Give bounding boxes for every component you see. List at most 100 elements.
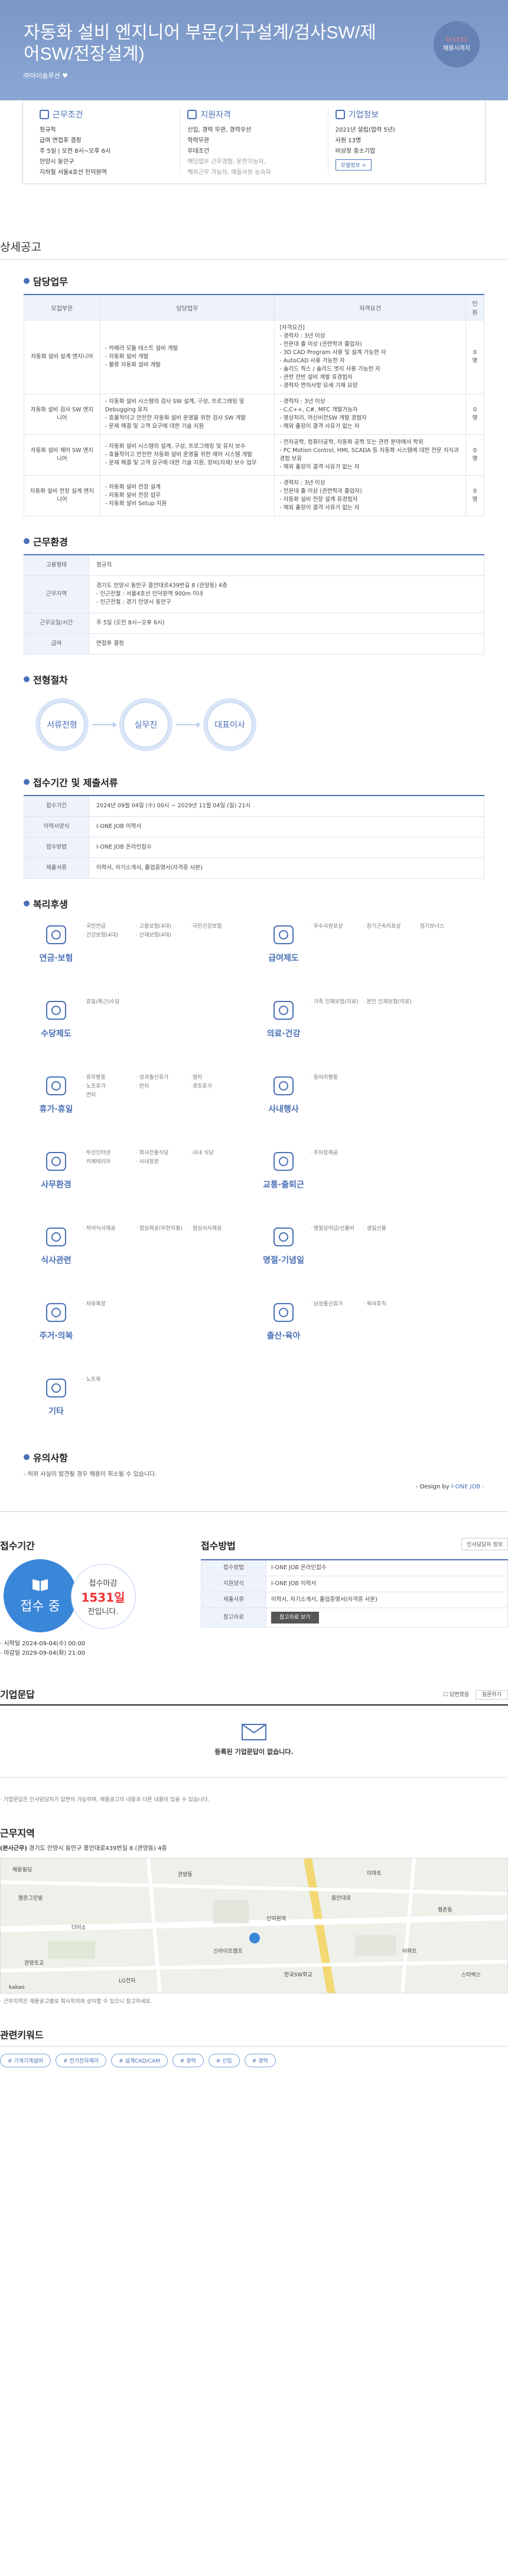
- event-icon: [273, 1076, 294, 1095]
- welfare-benefit: 육아휴직: [363, 1300, 416, 1309]
- duty-row: 자동화 설비 검사 SW 엔지니어 - 자동화 설비 시스템의 검사 SW 설계,…: [24, 394, 485, 435]
- welfare-name: 주거·의복: [39, 1331, 73, 1341]
- detail-title: 상세공고: [0, 238, 508, 260]
- row-value: 경기도 안양시 동안구 흥안대로439번길 8 (관양동) 4층 - 인근전철 …: [89, 575, 484, 613]
- row-value: I-ONE JOB 온라인접수: [89, 837, 484, 858]
- hr-info-button[interactable]: 인사담당자 정보: [461, 1538, 508, 1550]
- row-label: 근무요일/시간: [24, 613, 89, 634]
- step-document: 서류전형: [35, 698, 89, 751]
- welfare-benefit: 정기보너스: [416, 922, 470, 931]
- qa-section: 기업문답 ☐ 답변했음 질문하기 등록된 기업문답이 없습니다.: [0, 1687, 508, 1778]
- gift-icon: [273, 1228, 294, 1246]
- welfare-name: 사내행사: [268, 1105, 299, 1114]
- job-header: 자동화 설비 엔지니어 부문(기구설계/검사SW/제어SW/전장설계) ㈜아이솔…: [0, 0, 508, 100]
- company-name[interactable]: ㈜아이솔루션 ♥: [24, 71, 484, 80]
- person-icon: [46, 925, 66, 944]
- welfare-benefit: 점심식사제공: [189, 1225, 242, 1233]
- keyword-tag[interactable]: # 기계기계설비: [0, 2054, 51, 2067]
- process-section: 전형절차 서류전형 실무진 대표이사: [24, 672, 484, 751]
- job-title: 자동화 설비 엔지니어 부문(기구설계/검사SW/제어SW/전장설계): [24, 23, 376, 64]
- welfare-item: 급여제도 우수사원포상장기근속자포상정기보너스: [257, 922, 484, 976]
- bowl-icon: [46, 1228, 66, 1246]
- welfare-benefit: 노조휴가: [83, 1082, 136, 1091]
- duty-cell-n: 0명: [465, 434, 485, 476]
- duty-cell-part: 자동화 설비 검사 SW 엔지니어: [24, 394, 100, 435]
- duty-cell-req: - 경력자 : 3년 이상 - 전문대 졸 이상 (관련학과 졸업자) - 자동…: [274, 475, 466, 516]
- welfare-benefit: 본인 인재보험(의료): [363, 998, 416, 1007]
- ask-button[interactable]: 질문하기: [475, 1690, 508, 1700]
- welfare-name: 식사관련: [41, 1256, 71, 1265]
- env-section: 근무환경 고용형태 정규직 근무지역 경기도 안양시 동안구 흥안대로439번길 8 …: [24, 534, 484, 654]
- welfare-name: 휴가·휴일: [39, 1105, 73, 1114]
- welfare-item: 명절·기념일 명절상여금/선물비생일선물: [257, 1225, 484, 1278]
- welfare-benefit: 우수사원포상: [310, 922, 363, 931]
- welfare-item: 의료·건강 가족 인재보험(의료)본인 인재보험(의료): [257, 998, 484, 1051]
- keyword-section: 관련키워드 # 기계기계설비 # 전기전자제어 # 설계CAD/CAM # 경력 # 신…: [0, 2027, 508, 2067]
- welfare-benefit: 생일선물: [363, 1225, 416, 1233]
- map-label: 신라이트캠프: [213, 1949, 243, 1955]
- map-label: 관양동: [178, 1872, 193, 1878]
- welfare-benefit: 자유복장: [83, 1300, 136, 1309]
- reference-button[interactable]: 참고자료 보기: [271, 1612, 319, 1623]
- keyword-tag[interactable]: # 경력: [172, 2054, 204, 2067]
- row-value: 이력서, 자기소개서, 졸업증명서(자격증 사본): [89, 857, 484, 879]
- row-label: 제출서류: [24, 857, 89, 879]
- welfare-item: 사무환경 무선인터넷회사전용식당사내 식당카페테리아사내정원: [30, 1149, 257, 1202]
- step-ceo: 대표이사: [203, 698, 256, 751]
- person-check-icon: [187, 110, 197, 119]
- duty-cell-task: - 카메라 모듈 테스트 설비 개발 - 자동화 설비 개발 - 물류 자동화 …: [99, 320, 275, 394]
- welfare-name: 교통·출퇴근: [263, 1180, 304, 1190]
- step-practical: 실무진: [119, 698, 172, 751]
- calendar-icon: [46, 1076, 66, 1095]
- summary-box: 근무조건 정규직 급여 면접후 결정 주 5일 | 오전 8시~오후 6시 안양시 동…: [22, 100, 486, 184]
- welfare-benefit: 점심제공(무한리필): [136, 1225, 189, 1233]
- gamepad-icon: [46, 1001, 66, 1020]
- welfare-benefit: 국민건강보험: [189, 922, 242, 931]
- work-conditions: 근무조건 정규직 급여 면접후 결정 주 5일 | 오전 8시~오후 6시 안양시 동…: [40, 110, 111, 176]
- welfare-item: 사내행사 동아리활동: [257, 1073, 484, 1127]
- welfare-benefit: 남성출산휴가: [310, 1300, 363, 1309]
- map-label: kakao: [9, 1985, 25, 1991]
- map-label: 평촌그린빌: [18, 1896, 43, 1901]
- map-label: 평촌동: [438, 1907, 452, 1913]
- welfare-benefit: 주차장제공: [310, 1149, 363, 1158]
- welfare-benefit: 휴일(특근)수당: [83, 998, 136, 1007]
- welfare-item: 식사관련 저녁식사제공점심제공(무한리필)점심식사제공: [30, 1225, 257, 1278]
- building-icon: [335, 110, 345, 119]
- answered-checkbox[interactable]: ☐ 답변했음: [443, 1692, 469, 1698]
- keyword-tag[interactable]: # 설계CAD/CAM: [111, 2054, 168, 2067]
- map-label: 이마트: [367, 1871, 382, 1877]
- welfare-benefit: 무선인터넷: [83, 1149, 136, 1158]
- duty-cell-req: - 경력자 : 3년 이상 - C,C++, C#, MFC 개발가능자 - 영…: [274, 394, 466, 435]
- map-label: LG전자: [119, 1978, 136, 1984]
- keyword-tag[interactable]: # 경력: [244, 2054, 276, 2067]
- duty-cell-part: 자동화 설비 설계 엔지니어: [24, 320, 100, 394]
- book-icon: [32, 1579, 48, 1591]
- welfare-benefit: 성과출산휴가: [136, 1073, 189, 1082]
- car-icon: [273, 1152, 294, 1171]
- row-label: 이력서양식: [24, 816, 89, 837]
- row-value: 주 5일 (오전 8시~오후 6시): [89, 613, 484, 634]
- briefcase-icon: [40, 110, 49, 119]
- row-value: I-ONE JOB 이력서: [89, 816, 484, 837]
- welfare-name: 급여제도: [268, 954, 299, 963]
- design-credit: - Design by I-ONE JOB -: [415, 1484, 484, 1490]
- welfare-benefit: 장기근속자포상: [363, 922, 416, 931]
- welfare-name: 의료·건강: [266, 1029, 301, 1039]
- welfare-item: 출산·육아 남성출산휴가육아휴직: [257, 1300, 484, 1353]
- welfare-benefit: 동아리활동: [310, 1073, 363, 1082]
- period-section: 접수기간 및 제출서류 접수기간 2024년 09월 04일 (수) 00시 ~ …: [24, 775, 484, 879]
- company-detail-button[interactable]: 모델정보 >: [335, 159, 372, 171]
- deadline-circle: 접수마감 1531일 전입니다.: [70, 1564, 136, 1629]
- welfare-benefit: 카페테리아: [83, 1158, 136, 1167]
- shapes-icon: [46, 1379, 66, 1397]
- duty-cell-n: 0명: [465, 320, 485, 394]
- keyword-tag[interactable]: # 신입: [208, 2054, 240, 2067]
- duty-cell-n: 0명: [465, 394, 485, 435]
- duty-cell-part: 자동화 설비 전장 설계 엔지니어: [24, 475, 100, 516]
- welfare-benefit: 사내정원: [136, 1158, 189, 1167]
- keyword-tag[interactable]: # 전기전자제어: [56, 2054, 107, 2067]
- status-circle: 접수 중: [4, 1559, 77, 1632]
- medical-icon: [273, 1001, 294, 1020]
- map[interactable]: 해동빌딩 평촌그린빌 관양동 인덕원역 흥안대로 다이소 관양초교 신라이트캠프 이마트 평촌동 L…: [0, 1858, 508, 1994]
